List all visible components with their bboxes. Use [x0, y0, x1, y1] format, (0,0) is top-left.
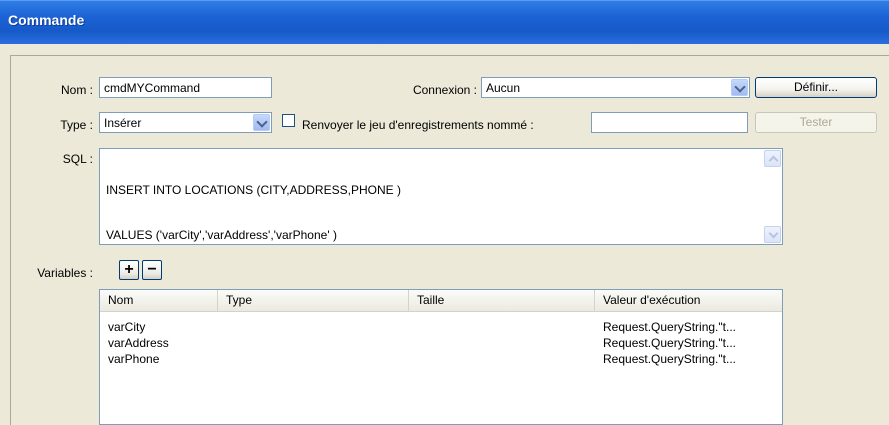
cell-valeur: Request.QueryString."t... — [603, 320, 736, 334]
title-bar: Commande — [0, 0, 889, 44]
renvoyer-input[interactable] — [591, 112, 748, 133]
column-header-type[interactable]: Type — [218, 290, 409, 312]
add-variable-button[interactable]: + — [119, 260, 139, 280]
connexion-select[interactable]: Aucun — [481, 77, 750, 98]
table-row[interactable]: varCity Request.QueryString."t... — [100, 319, 782, 335]
type-select[interactable]: Insérer — [99, 112, 272, 133]
column-header-valeur[interactable]: Valeur d'exécution — [595, 290, 782, 312]
scroll-down-icon[interactable] — [764, 226, 781, 243]
remove-variable-button[interactable]: − — [142, 260, 162, 280]
connexion-value: Aucun — [486, 81, 521, 95]
variables-label: Variables : — [37, 266, 93, 280]
sql-line-2: VALUES ('varCity','varAddress','varPhone… — [106, 228, 337, 242]
sql-scrollbar[interactable] — [764, 150, 781, 243]
sql-label: SQL : — [62, 152, 93, 166]
connexion-label: Connexion : — [412, 83, 477, 97]
cell-valeur: Request.QueryString."t... — [603, 352, 736, 366]
tester-button[interactable]: Tester — [755, 112, 877, 133]
table-row[interactable]: varAddress Request.QueryString."t... — [100, 335, 782, 351]
column-header-taille[interactable]: Taille — [409, 290, 595, 312]
minus-icon: − — [147, 261, 157, 278]
cell-nom: varAddress — [108, 336, 169, 350]
chevron-down-icon[interactable] — [253, 114, 270, 131]
table-row[interactable]: varPhone Request.QueryString."t... — [100, 351, 782, 367]
nom-input[interactable]: cmdMYCommand — [99, 77, 272, 98]
plus-icon: + — [124, 261, 134, 278]
renvoyer-label: Renvoyer le jeu d'enregistrements nommé … — [302, 118, 534, 132]
cell-valeur: Request.QueryString."t... — [603, 336, 736, 350]
sql-line-1: INSERT INTO LOCATIONS (CITY,ADDRESS,PHON… — [106, 183, 401, 197]
column-header-nom[interactable]: Nom — [100, 290, 218, 312]
type-label: Type : — [60, 118, 93, 132]
window-title: Commande — [8, 12, 85, 28]
variables-table[interactable]: Nom Type Taille Valeur d'exécution varCi… — [99, 289, 783, 425]
renvoyer-checkbox[interactable] — [282, 114, 295, 127]
sql-textarea[interactable]: INSERT INTO LOCATIONS (CITY,ADDRESS,PHON… — [99, 148, 783, 245]
scroll-up-icon[interactable] — [764, 150, 781, 167]
cell-nom: varPhone — [108, 352, 160, 366]
definir-button[interactable]: Définir... — [755, 77, 877, 98]
type-value: Insérer — [104, 116, 142, 130]
table-header: Nom Type Taille Valeur d'exécution — [100, 290, 782, 312]
chevron-down-icon[interactable] — [731, 79, 748, 96]
nom-label: Nom : — [60, 83, 93, 97]
cell-nom: varCity — [108, 320, 146, 334]
